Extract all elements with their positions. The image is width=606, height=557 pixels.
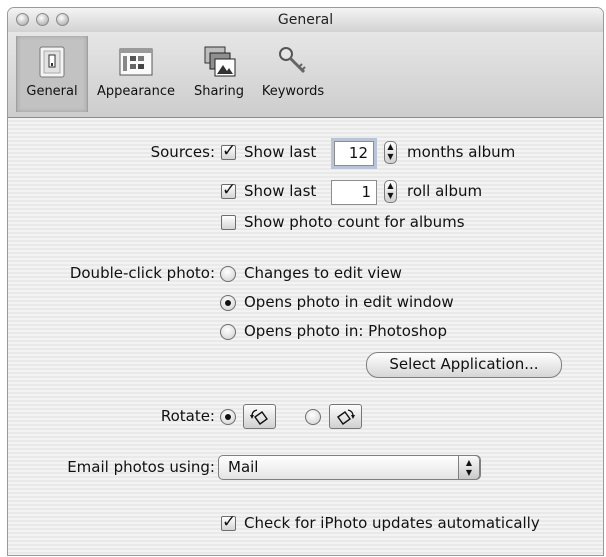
keywords-icon <box>279 47 306 74</box>
months-stepper[interactable]: ▲ ▼ <box>384 141 397 164</box>
tab-appearance[interactable]: Appearance <box>90 36 182 112</box>
radio-edit-window-label: Opens photo in edit window <box>244 293 454 311</box>
radio-rotate-ccw[interactable] <box>220 409 236 425</box>
roll-album-label: roll album <box>407 182 483 200</box>
tab-keywords-label: Keywords <box>261 84 325 99</box>
months-count-field[interactable]: 12 <box>334 141 374 166</box>
rotate-counterclockwise-button[interactable] <box>243 404 276 429</box>
show-rolls-prefix: Show last <box>244 182 317 200</box>
rotate-label: Rotate: <box>160 407 215 425</box>
tab-sharing-label: Sharing <box>194 84 244 99</box>
check-updates-checkbox[interactable]: ✓ <box>221 512 236 532</box>
double-click-label: Double-click photo: <box>69 264 215 282</box>
tab-keywords[interactable]: Keywords <box>256 36 330 112</box>
rotate-right-icon <box>337 409 355 425</box>
preferences-window: General General Appearance Sharing Keywo… <box>7 7 604 556</box>
rotate-clockwise-button[interactable] <box>329 404 362 429</box>
sources-label: Sources: <box>150 143 215 161</box>
sharing-icon <box>204 46 236 77</box>
radio-dot-icon <box>225 300 231 306</box>
radio-edit-window[interactable] <box>220 295 236 311</box>
rotate-left-icon <box>250 409 268 425</box>
select-application-button[interactable]: Select Application... <box>366 352 562 378</box>
photo-count-checkbox[interactable] <box>221 215 236 230</box>
tab-general[interactable]: General <box>16 36 88 112</box>
general-prefs-icon <box>39 46 65 78</box>
email-label: Email photos using: <box>67 458 215 476</box>
radio-edit-view-label: Changes to edit view <box>244 264 402 282</box>
window-title: General <box>277 12 334 28</box>
radio-edit-view[interactable] <box>220 266 236 282</box>
show-months-prefix: Show last <box>244 143 317 161</box>
appearance-icon <box>119 48 153 76</box>
chevron-updown-icon: ▲ ▼ <box>458 455 480 480</box>
rolls-count-field[interactable]: 1 <box>331 180 377 205</box>
email-app-value: Mail <box>228 458 259 476</box>
tab-sharing[interactable]: Sharing <box>188 36 250 112</box>
radio-open-in-app[interactable] <box>220 324 236 340</box>
tab-appearance-label: Appearance <box>96 84 176 99</box>
title-bar[interactable]: General <box>8 8 603 32</box>
months-album-label: months album <box>407 143 516 161</box>
photo-count-label: Show photo count for albums <box>244 213 465 231</box>
toolbar: General Appearance Sharing Keywords <box>8 32 603 118</box>
rolls-stepper[interactable]: ▲ ▼ <box>384 180 397 203</box>
checkmark-icon: ✓ <box>222 180 237 200</box>
checkmark-icon: ✓ <box>222 141 237 161</box>
general-pane: Sources: ✓ Show last 12 ▲ ▼ months album … <box>8 118 603 555</box>
radio-dot-icon <box>225 414 231 420</box>
show-rolls-checkbox[interactable]: ✓ <box>221 180 236 200</box>
check-updates-label: Check for iPhoto updates automatically <box>244 514 540 532</box>
radio-open-in-app-label: Opens photo in: Photoshop <box>244 322 447 340</box>
show-months-checkbox[interactable]: ✓ <box>221 141 236 161</box>
checkmark-icon: ✓ <box>222 512 237 532</box>
radio-rotate-cw[interactable] <box>305 409 321 425</box>
tab-general-label: General <box>26 84 78 99</box>
email-app-popup[interactable]: Mail ▲ ▼ <box>218 455 481 480</box>
